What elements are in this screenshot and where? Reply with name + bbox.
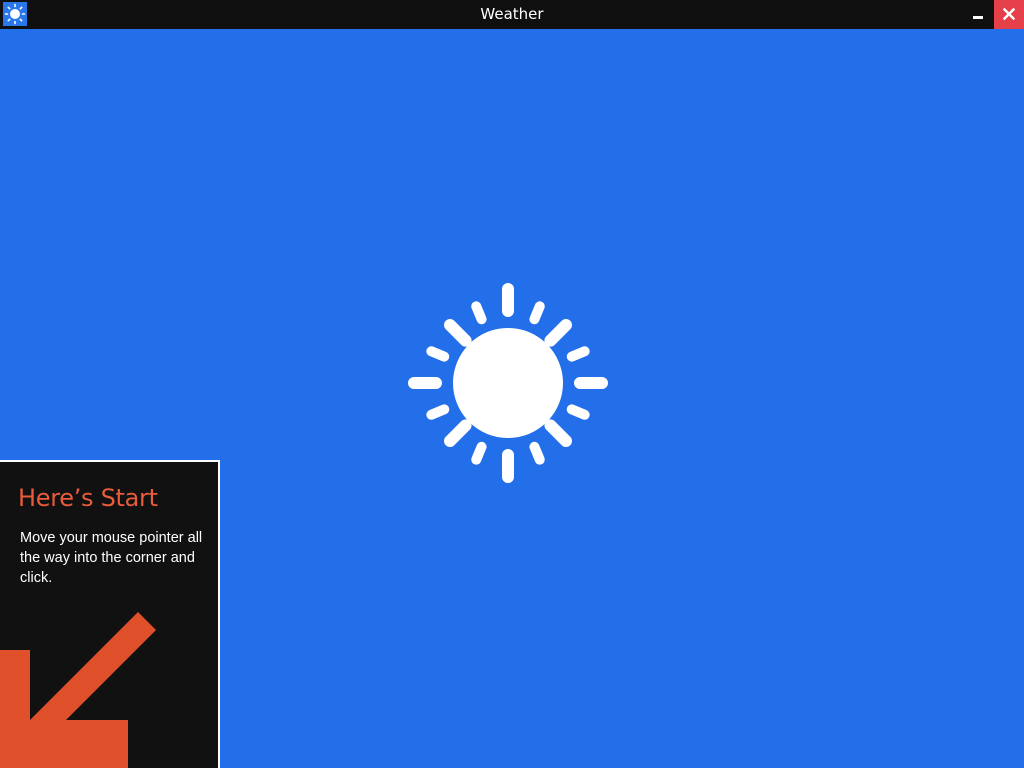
window-title: Weather — [480, 5, 544, 23]
start-tip-panel: Here’s Start Move your mouse pointer all… — [0, 460, 220, 768]
minimize-button[interactable] — [966, 0, 990, 29]
minimize-icon — [973, 16, 983, 19]
start-tip-title: Here’s Start — [18, 484, 158, 512]
sun-icon — [408, 283, 608, 483]
arrow-down-left-icon — [0, 612, 156, 768]
title-bar[interactable]: Weather — [0, 0, 1024, 29]
start-tip-text: Move your mouse pointer all the way into… — [20, 530, 203, 586]
close-button[interactable] — [994, 0, 1024, 29]
close-icon — [1002, 7, 1016, 21]
